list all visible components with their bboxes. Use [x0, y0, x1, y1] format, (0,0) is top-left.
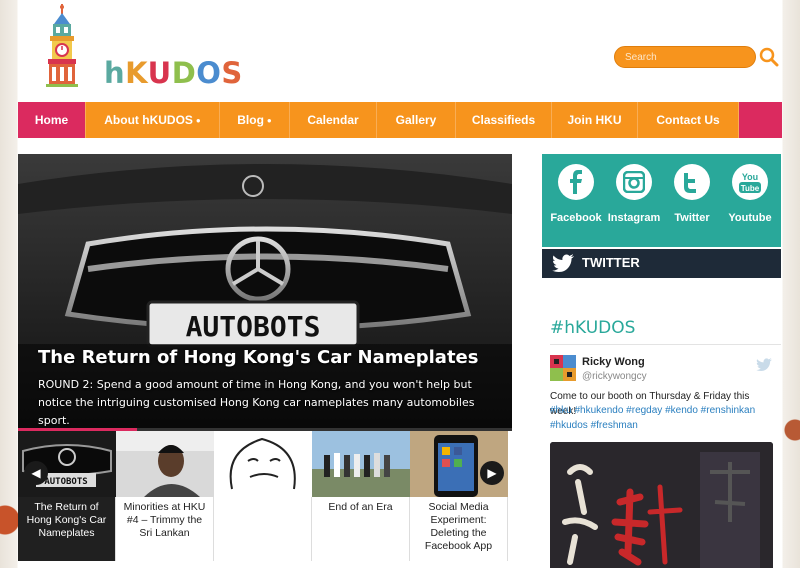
- nav-item-label: Contact Us: [656, 113, 720, 127]
- thumbnail-item[interactable]: End of an Era: [312, 431, 410, 561]
- social-label: Twitter: [674, 212, 710, 224]
- thumbnail-plate-text: AUTOBOTS: [44, 477, 87, 487]
- slide-excerpt: ROUND 2: Spend a good amount of time in …: [38, 378, 475, 427]
- nav-item-label: Gallery: [395, 113, 437, 127]
- clock-tower-logo-icon: [46, 4, 78, 87]
- thumbnail-label: The Return of Hong Kong's Car Nameplates: [26, 501, 107, 539]
- dropdown-indicator-icon: ●: [266, 115, 272, 125]
- arrow-left-icon: ◀: [31, 466, 41, 480]
- thumbnail-image: [312, 431, 410, 497]
- nav-item-gallery[interactable]: Gallery: [377, 102, 456, 138]
- social-instagram-link[interactable]: Instagram: [605, 164, 663, 224]
- nav-item-home[interactable]: Home: [18, 102, 86, 138]
- thumbnail-image: [116, 431, 214, 497]
- tweet-author-name[interactable]: Ricky Wong: [582, 356, 645, 368]
- main-navigation: Home About hKUDOS ● Blog ● Calendar Galler…: [18, 102, 782, 138]
- site-logo[interactable]: hKUDOS: [34, 4, 274, 90]
- youtube-icon: You Tube: [732, 164, 768, 200]
- tweet-hashtags[interactable]: #hku #hkukendo #regday #kendo #renshinka…: [550, 404, 778, 433]
- page-container: hKUDOS Home About hKUDOS● Blog● Calendar…: [18, 0, 782, 568]
- nav-item-label: Home: [34, 113, 69, 127]
- nav-item-label: Calendar: [307, 113, 359, 127]
- thumbnail-image: [214, 431, 312, 497]
- instagram-icon: [616, 164, 652, 200]
- logo-wordmark: hKUDOS: [104, 56, 243, 90]
- nav-item-label: Join HKU: [567, 113, 622, 127]
- social-label: Facebook: [550, 212, 602, 224]
- twitter-bird-icon: [552, 254, 574, 272]
- social-facebook-link[interactable]: Facebook: [547, 164, 605, 224]
- nav-item-contact-us[interactable]: Contact Us: [638, 102, 739, 138]
- slide-title[interactable]: The Return of Hong Kong's Car Nameplates: [38, 347, 478, 368]
- social-twitter-link[interactable]: Twitter: [663, 164, 721, 224]
- featured-slider[interactable]: AUTOBOTS The Return of Hong Kong's Car N…: [18, 154, 512, 428]
- search-input[interactable]: [614, 46, 756, 68]
- tweet-image[interactable]: [550, 442, 773, 568]
- twitter-bird-icon: [756, 356, 772, 375]
- nav-item-about[interactable]: About hKUDOS ●: [86, 102, 220, 138]
- search-icon[interactable]: [759, 47, 779, 67]
- widget-title[interactable]: #hKUDOS: [550, 318, 635, 338]
- social-youtube-link[interactable]: You Tube Youtube: [721, 164, 779, 224]
- slider-prev-button[interactable]: ◀: [24, 461, 48, 485]
- twitter-icon: [674, 164, 710, 200]
- tweet-author-handle[interactable]: @rickywongcy: [582, 371, 647, 382]
- thumbnail-label: Social Media Experiment: Deleting the Fa…: [424, 501, 493, 552]
- thumbnail-item[interactable]: Social Media Experiment: Deleting the Fa…: [410, 431, 508, 561]
- nav-item-label: About hKUDOS: [104, 113, 193, 127]
- youtube-icon-text-bottom: Tube: [741, 184, 760, 193]
- nav-item-classifieds[interactable]: Classifieds: [456, 102, 552, 138]
- thumbnail-label: [214, 497, 311, 501]
- twitter-section-label: TWITTER: [582, 255, 640, 270]
- widget-divider: [550, 344, 781, 345]
- nav-item-label: Classifieds: [471, 113, 536, 127]
- social-label: Youtube: [728, 212, 772, 224]
- thumbnail-item[interactable]: [214, 431, 312, 561]
- avatar[interactable]: [550, 355, 576, 381]
- nav-item-calendar[interactable]: Calendar: [290, 102, 377, 138]
- nameplate-text: AUTOBOTS: [186, 310, 321, 343]
- youtube-icon-text-top: You: [742, 172, 758, 182]
- nav-end-cap: [739, 102, 782, 138]
- thumbnail-item[interactable]: Minorities at HKU #4 – Trimmy the Sri La…: [116, 431, 214, 561]
- slider-thumbnails: AUTOBOTS The Return of Hong Kong's Car N…: [18, 431, 512, 561]
- thumbnail-label: Minorities at HKU #4 – Trimmy the Sri La…: [123, 501, 206, 539]
- arrow-right-icon: ▶: [487, 466, 497, 480]
- twitter-section-header[interactable]: TWITTER: [542, 247, 781, 278]
- thumbnail-item[interactable]: AUTOBOTS The Return of Hong Kong's Car N…: [18, 431, 116, 561]
- slider-next-button[interactable]: ▶: [480, 461, 504, 485]
- nav-item-label: Blog: [237, 113, 264, 127]
- thumbnail-label: End of an Era: [328, 501, 393, 513]
- facebook-icon: [558, 164, 594, 200]
- social-label: Instagram: [607, 212, 661, 224]
- nav-item-join-hku[interactable]: Join HKU: [552, 102, 638, 138]
- nav-item-blog[interactable]: Blog ●: [220, 102, 290, 138]
- dropdown-indicator-icon: ●: [195, 115, 201, 125]
- social-links-panel: Facebook Instagram Twitter You Tube Yout…: [542, 154, 781, 247]
